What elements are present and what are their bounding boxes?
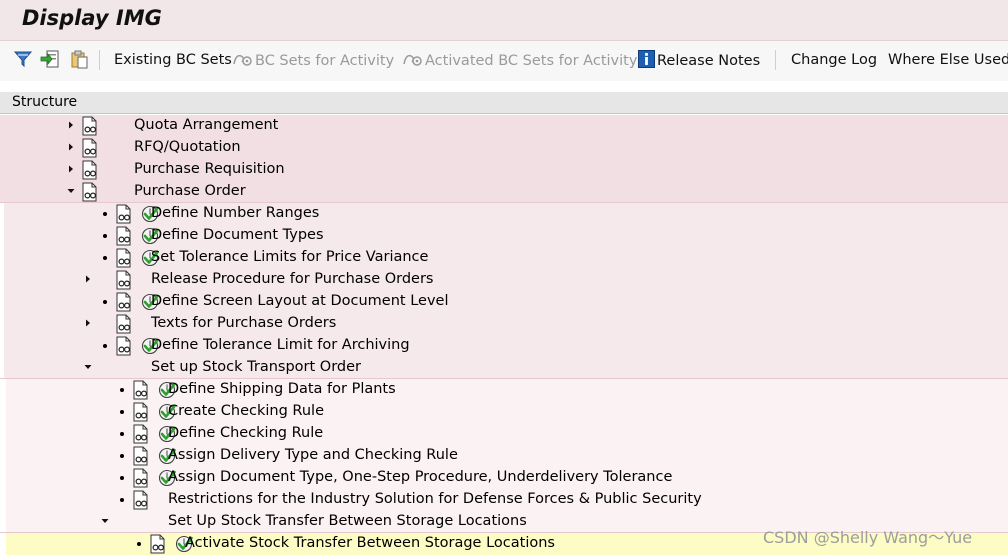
documentation-icon[interactable] <box>131 380 151 400</box>
leaf-bullet <box>137 542 141 546</box>
leaf-bullet <box>120 476 124 480</box>
tree-row[interactable]: Quota Arrangement <box>0 115 1008 137</box>
documentation-icon[interactable] <box>148 534 168 554</box>
tree-node-label[interactable]: Define Tolerance Limit for Archiving <box>151 337 410 353</box>
filter-icon[interactable] <box>13 49 33 69</box>
tree-node-label[interactable]: Restrictions for the Industry Solution f… <box>168 491 702 507</box>
leaf-bullet <box>120 432 124 436</box>
clipboard-icon[interactable] <box>69 49 89 69</box>
window-title: Display IMG <box>22 6 162 30</box>
activated-bc-sets-label: Activated BC Sets for Activity <box>425 53 638 69</box>
leaf-bullet <box>120 498 124 502</box>
documentation-icon[interactable] <box>131 402 151 422</box>
documentation-icon[interactable] <box>80 160 100 180</box>
documentation-icon[interactable] <box>114 270 134 290</box>
toolbar-separator <box>775 50 776 70</box>
leaf-bullet <box>103 344 107 348</box>
tree-node-label[interactable]: Create Checking Rule <box>168 403 324 419</box>
expand-arrow-icon[interactable] <box>66 164 76 174</box>
documentation-icon[interactable] <box>114 314 134 334</box>
leaf-bullet <box>103 300 107 304</box>
existing-bc-sets-button[interactable]: Existing BC Sets <box>114 50 232 70</box>
expand-arrow-icon[interactable] <box>83 318 93 328</box>
tree-node-label[interactable]: Set Tolerance Limits for Price Variance <box>151 249 428 265</box>
activated-bc-sets-icon <box>403 54 422 66</box>
tree-row[interactable]: Purchase Order <box>0 181 1008 203</box>
tree-row[interactable]: Set Tolerance Limits for Price Variance <box>4 247 1008 269</box>
documentation-icon[interactable] <box>80 182 100 202</box>
tree-node-label[interactable]: Texts for Purchase Orders <box>151 315 336 331</box>
export-icon[interactable] <box>40 49 60 69</box>
tree-node-label[interactable]: Activate Stock Transfer Between Storage … <box>185 535 555 551</box>
documentation-icon[interactable] <box>131 490 151 510</box>
tree-row[interactable]: Texts for Purchase Orders <box>4 313 1008 335</box>
bc-sets-for-activity-button[interactable]: BC Sets for Activity <box>232 50 394 70</box>
tree-node-label[interactable]: Set up Stock Transport Order <box>151 359 361 375</box>
tree-node-label[interactable]: Assign Document Type, One-Step Procedure… <box>168 469 672 485</box>
tree-node-label[interactable]: Assign Delivery Type and Checking Rule <box>168 447 458 463</box>
leaf-bullet <box>120 388 124 392</box>
info-icon <box>638 50 655 68</box>
documentation-icon[interactable] <box>114 248 134 268</box>
documentation-icon[interactable] <box>80 138 100 158</box>
leaf-bullet <box>103 256 107 260</box>
tree-row[interactable]: Define Number Ranges <box>4 203 1008 225</box>
tree-node-label[interactable]: Define Document Types <box>151 227 324 243</box>
tree-row[interactable]: Release Procedure for Purchase Orders <box>4 269 1008 291</box>
collapse-arrow-icon[interactable] <box>100 516 110 526</box>
expand-arrow-icon[interactable] <box>66 142 76 152</box>
release-notes-label: Release Notes <box>657 53 761 69</box>
documentation-icon[interactable] <box>114 204 134 224</box>
tree-node-label[interactable]: Quota Arrangement <box>134 117 278 133</box>
release-notes-button[interactable]: Release Notes <box>637 50 760 70</box>
change-log-button[interactable]: Change Log <box>791 50 877 70</box>
documentation-icon[interactable] <box>131 468 151 488</box>
collapse-arrow-icon[interactable] <box>83 362 93 372</box>
documentation-icon[interactable] <box>114 292 134 312</box>
tree-row[interactable]: RFQ/Quotation <box>0 137 1008 159</box>
documentation-icon[interactable] <box>80 116 100 136</box>
bc-sets-icon <box>233 54 252 66</box>
toolbar-separator <box>99 50 100 70</box>
watermark-text: CSDN @Shelly Wang～Yue <box>763 528 973 547</box>
tree-node-label[interactable]: Purchase Requisition <box>134 161 285 177</box>
tree-row[interactable]: Define Screen Layout at Document Level <box>4 291 1008 313</box>
tree-row[interactable]: Purchase Requisition <box>0 159 1008 181</box>
expand-arrow-icon[interactable] <box>66 120 76 130</box>
tree-node-label[interactable]: Define Number Ranges <box>151 205 319 221</box>
bc-sets-for-activity-label: BC Sets for Activity <box>255 53 395 69</box>
activated-bc-sets-button[interactable]: Activated BC Sets for Activity <box>402 50 637 70</box>
structure-header: Structure <box>0 92 1008 114</box>
tree-row[interactable]: Define Document Types <box>4 225 1008 247</box>
tree-node-label[interactable]: RFQ/Quotation <box>134 139 241 155</box>
documentation-icon[interactable] <box>114 226 134 246</box>
tree-row[interactable]: Define Shipping Data for Plants <box>6 379 1008 401</box>
collapse-arrow-icon[interactable] <box>66 186 76 196</box>
tree-row[interactable]: Create Checking Rule <box>6 401 1008 423</box>
documentation-icon[interactable] <box>114 336 134 356</box>
tree-row[interactable]: Define Checking Rule <box>6 423 1008 445</box>
tree-node-label[interactable]: Define Shipping Data for Plants <box>168 381 396 397</box>
title-bar: Display IMG <box>0 0 1008 41</box>
leaf-bullet <box>103 212 107 216</box>
tree-row[interactable]: Set up Stock Transport Order <box>4 357 1008 379</box>
documentation-icon[interactable] <box>131 424 151 444</box>
documentation-icon[interactable] <box>131 446 151 466</box>
tree-row[interactable]: Assign Document Type, One-Step Procedure… <box>6 467 1008 489</box>
expand-arrow-icon[interactable] <box>83 274 93 284</box>
structure-header-label: Structure <box>12 94 78 110</box>
where-else-used-button[interactable]: Where Else Used <box>888 50 1008 70</box>
tree-node-label[interactable]: Define Checking Rule <box>168 425 323 441</box>
leaf-bullet <box>120 410 124 414</box>
tree-row[interactable]: Define Tolerance Limit for Archiving <box>4 335 1008 357</box>
tree-node-label[interactable]: Set Up Stock Transfer Between Storage Lo… <box>168 513 527 529</box>
leaf-bullet <box>103 234 107 238</box>
tree-row[interactable]: Restrictions for the Industry Solution f… <box>6 489 1008 511</box>
tree-row[interactable]: Assign Delivery Type and Checking Rule <box>6 445 1008 467</box>
tree-node-label[interactable]: Release Procedure for Purchase Orders <box>151 271 434 287</box>
tree-node-label[interactable]: Purchase Order <box>134 183 246 199</box>
leaf-bullet <box>120 454 124 458</box>
tree-node-label[interactable]: Define Screen Layout at Document Level <box>151 293 448 309</box>
